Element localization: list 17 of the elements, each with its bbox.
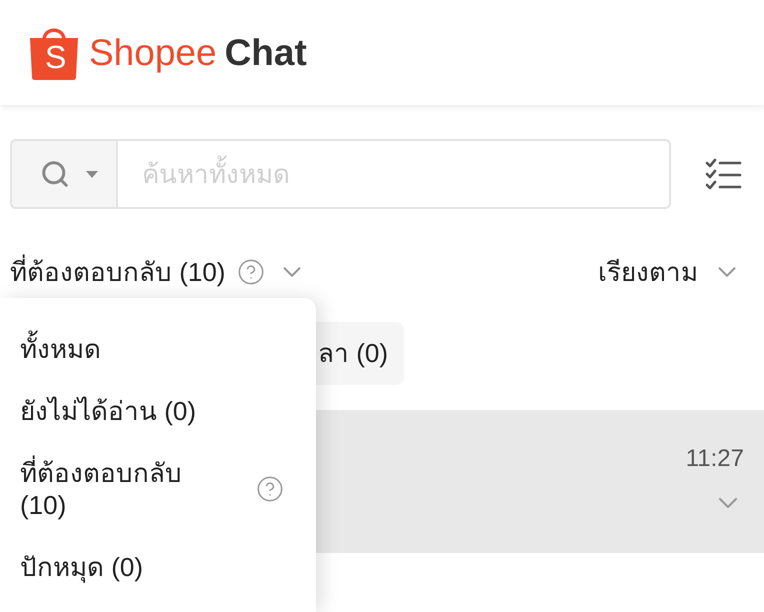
filter-dropdown[interactable]: ที่ต้องตอบกลับ (10)	[10, 252, 308, 292]
brand-name: Shopee	[89, 30, 217, 74]
checklist-icon[interactable]	[705, 158, 742, 190]
sort-dropdown[interactable]: เรียงตาม	[598, 252, 742, 292]
search-icon	[40, 159, 70, 189]
menu-item[interactable]: ที่ต้องตอบกลับ (10)	[0, 442, 316, 536]
help-icon[interactable]	[256, 475, 284, 503]
help-icon[interactable]	[237, 258, 266, 286]
caret-icon	[86, 170, 98, 178]
menu-item-label: ที่ต้องตอบกลับ (10)	[20, 457, 220, 521]
app-title: Chat	[224, 30, 307, 74]
menu-item[interactable]: ทั้งหมด	[0, 318, 316, 380]
menu-item-label: ทั้งหมด	[20, 333, 220, 365]
logo-letter: S	[45, 40, 66, 74]
menu-item-label: ปักหมุด (0)	[20, 551, 144, 583]
chat-time: 11:27	[686, 444, 744, 472]
search-type-button[interactable]	[12, 141, 118, 207]
